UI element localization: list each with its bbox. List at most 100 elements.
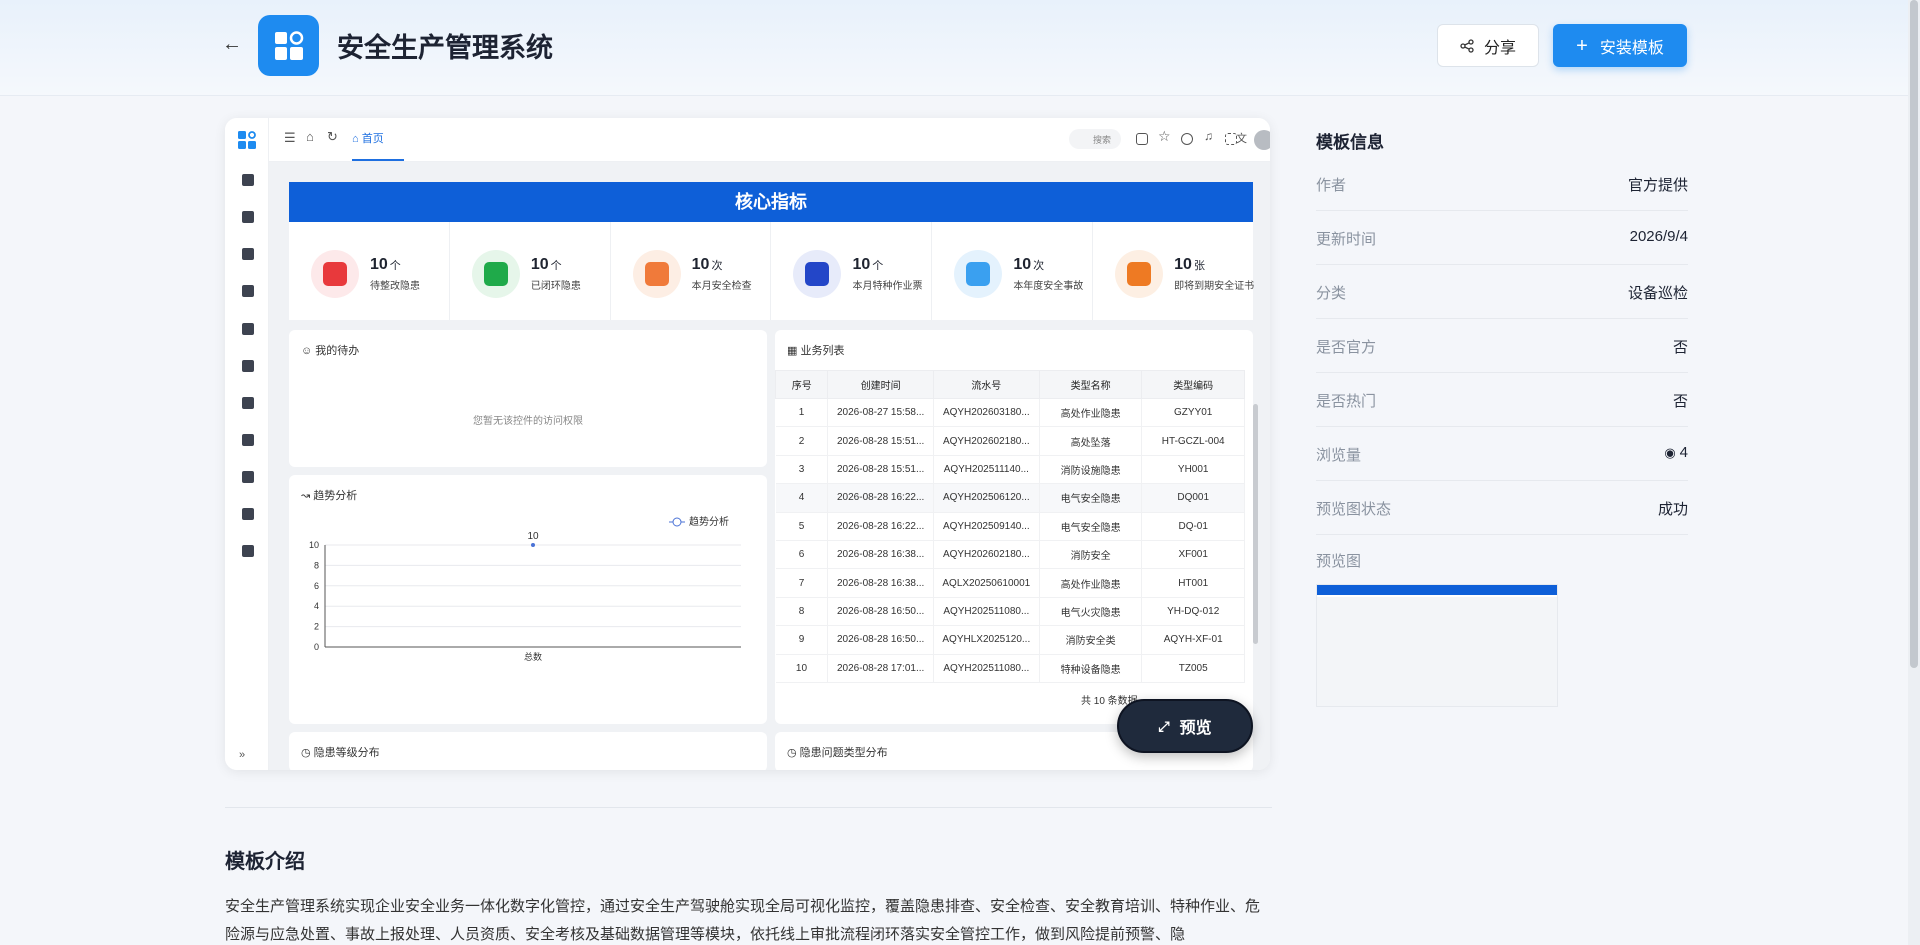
preview-thumbnail[interactable]: [1316, 584, 1558, 707]
table-cell: 2026-08-28 16:50...: [827, 597, 934, 627]
table-row[interactable]: 10 2026-08-28 17:01... AQYH202511080... 特种设…: [775, 654, 1245, 683]
kpi-card: 10 个本月特种作业票: [771, 222, 933, 320]
y-tick-label: 0: [314, 642, 319, 652]
table-row[interactable]: 2 2026-08-28 15:51... AQYH202602180... 高处坠落…: [775, 426, 1245, 456]
table-cell: 高处作业隐患: [1039, 568, 1143, 598]
kpi-icon: [1115, 250, 1164, 298]
refresh-icon[interactable]: ↻: [327, 129, 338, 145]
preview-sidebar: »: [225, 118, 269, 770]
kpi-label: 本年度安全事故: [1013, 281, 1084, 292]
table-cell: AQYH202511140...: [933, 455, 1040, 485]
table-row[interactable]: 4 2026-08-28 16:22... AQYH202506120... 电气安全…: [775, 483, 1245, 513]
preview-button-label: 预览: [1179, 720, 1212, 737]
todo-card: ☺ 我的待办 您暂无该控件的访问权限: [289, 330, 767, 467]
star-icon[interactable]: ☆: [1158, 128, 1171, 145]
table-cell: 2026-08-27 15:58...: [827, 398, 934, 428]
vehicle-icon[interactable]: [242, 434, 254, 446]
table-cell: AQYH202506120...: [933, 483, 1040, 513]
business-list-card: ▦ 业务列表 序号 创建时间 流水号 类型名称 类型编码 1 2026-08-27 15:5…: [774, 330, 1258, 724]
bell-icon[interactable]: ♫: [1204, 129, 1213, 143]
table-cell: YH001: [1141, 455, 1245, 485]
y-tick-label: 2: [314, 622, 319, 632]
table-row[interactable]: 7 2026-08-28 16:38... AQLX20250610001 高处作业隐…: [775, 568, 1245, 598]
personnel-icon[interactable]: [242, 471, 254, 483]
column-header: 类型编码: [1141, 370, 1245, 399]
info-key: 更新时间: [1316, 231, 1377, 248]
inspection-icon[interactable]: [242, 285, 254, 297]
page-title: 安全生产管理系统: [337, 33, 553, 63]
share-button[interactable]: 分享: [1437, 24, 1539, 67]
template-preview: » ☰ ⌂ ↻ ⌂ 首页 搜索 ☆ ♫ 文 核心指标 10 个待整改隐患 10 个已闭…: [225, 118, 1270, 770]
table-cell: 2026-08-28 16:22...: [827, 483, 934, 513]
info-row: 浏览量 ◉ 4: [1316, 427, 1688, 481]
report-icon[interactable]: [242, 211, 254, 223]
expand-sidebar-icon[interactable]: »: [239, 749, 245, 761]
data-point[interactable]: [531, 543, 535, 547]
table-cell: HT-GCZL-004: [1141, 426, 1245, 456]
level-dist-title: ◷ 隐患等级分布: [301, 747, 380, 759]
kpi-label: 待整改隐患: [370, 281, 420, 292]
kpi-card: 10 张即将到期安全证书: [1093, 222, 1255, 320]
table-row[interactable]: 1 2026-08-27 15:58... AQYH202603180... 高处作业…: [775, 398, 1245, 428]
table-cell: 2026-08-28 16:38...: [827, 540, 934, 570]
database-icon[interactable]: [242, 545, 254, 557]
translate-icon[interactable]: 文: [1236, 130, 1247, 146]
page-scrollbar-thumb[interactable]: [1910, 0, 1918, 668]
install-template-button[interactable]: + 安装模板: [1553, 24, 1687, 67]
legend-marker: [672, 517, 682, 527]
training-icon[interactable]: [242, 323, 254, 335]
kpi-card: 10 个待整改隐患: [289, 222, 450, 320]
x-tick-label: 总数: [524, 651, 542, 662]
table-cell: 2026-08-28 16:38...: [827, 568, 934, 598]
kpi-card: 10 个已闭环隐患: [450, 222, 611, 320]
mini-logo-icon: [238, 131, 256, 149]
table-row[interactable]: 5 2026-08-28 16:22... AQYH202509140... 电气安全…: [775, 512, 1245, 541]
y-tick-label: 4: [314, 601, 319, 611]
kpi-label: 本月安全检查: [691, 281, 752, 292]
emergency-icon[interactable]: [242, 397, 254, 409]
data-label: 10: [527, 531, 539, 542]
info-title: 模板信息: [1316, 133, 1384, 152]
kpi-value: 10 张: [1174, 256, 1205, 273]
table-row[interactable]: 8 2026-08-28 16:50... AQYH202511080... 电气火灾…: [775, 597, 1245, 627]
table-row[interactable]: 9 2026-08-28 16:50... AQYHLX2025120... 消防安全…: [775, 625, 1245, 655]
info-row: 是否热门 否: [1316, 373, 1688, 427]
avatar[interactable]: [1254, 130, 1270, 150]
kpi-label: 本月特种作业票: [852, 281, 923, 292]
message-icon[interactable]: [1181, 133, 1193, 145]
preview-button[interactable]: ⤢ 预览: [1117, 699, 1253, 753]
grid-icon[interactable]: [1136, 133, 1148, 145]
eye-icon: ◉: [1664, 445, 1676, 460]
menu-icon[interactable]: ☰: [284, 130, 296, 146]
tab-home[interactable]: ⌂ 首页: [352, 130, 384, 146]
table-cell: 7: [775, 568, 829, 598]
kpi-value: 10 个: [370, 256, 401, 273]
table-row[interactable]: 6 2026-08-28 16:38... AQYH202602180... 消防安全…: [775, 540, 1245, 570]
thumbnail-header: [1317, 585, 1557, 595]
table-row[interactable]: 3 2026-08-28 15:51... AQYH202511140... 消防设施…: [775, 455, 1245, 485]
kpi-icon: [311, 250, 359, 298]
kpi-icon: [793, 250, 842, 298]
home-small-icon[interactable]: ⌂: [306, 129, 314, 144]
table-cell: 9: [775, 625, 829, 655]
home-icon[interactable]: [242, 174, 254, 186]
intro-title: 模板介绍: [225, 851, 305, 873]
table-cell: DQ-01: [1141, 512, 1245, 541]
mini-search[interactable]: 搜索: [1069, 129, 1121, 149]
assessment-icon[interactable]: [242, 508, 254, 520]
y-tick-label: 10: [309, 540, 319, 550]
info-key: 浏览量: [1316, 447, 1362, 464]
info-row: 预览图状态 成功: [1316, 481, 1688, 535]
table-cell: 1: [775, 398, 829, 428]
hazard-icon[interactable]: [242, 360, 254, 372]
warning-icon[interactable]: [242, 248, 254, 260]
column-header: 创建时间: [827, 370, 934, 399]
back-arrow-icon[interactable]: ←: [222, 34, 242, 54]
table-scrollbar[interactable]: [1253, 404, 1258, 644]
info-row: 分类 设备巡检: [1316, 265, 1688, 319]
business-table: 序号 创建时间 流水号 类型名称 类型编码 1 2026-08-27 15:58... AQY…: [774, 370, 1245, 683]
table-cell: TZ005: [1141, 654, 1245, 683]
kpi-label: 已闭环隐患: [530, 281, 581, 292]
table-cell: AQLX20250610001: [933, 568, 1040, 598]
kpi-label: 即将到期安全证书: [1174, 281, 1255, 292]
